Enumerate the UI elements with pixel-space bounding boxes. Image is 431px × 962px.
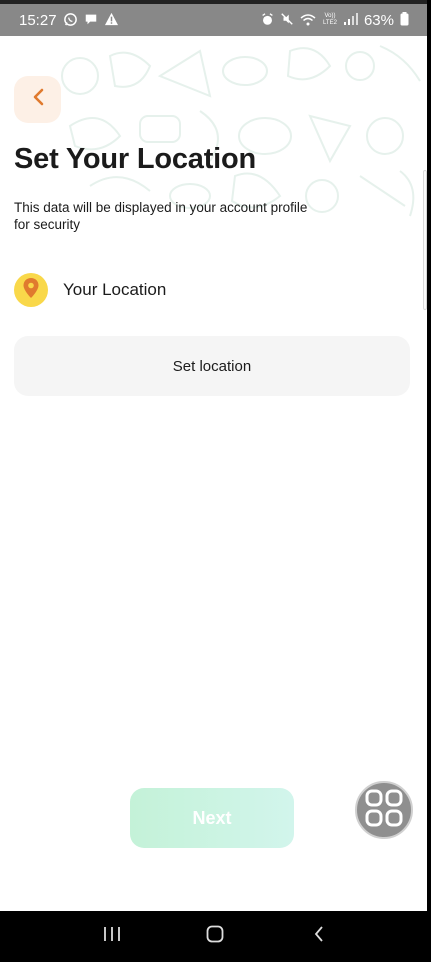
page-subtitle: This data will be displayed in your acco… xyxy=(14,200,308,232)
whatsapp-icon xyxy=(63,12,78,29)
location-label: Your Location xyxy=(63,280,167,299)
assistive-menu-button[interactable] xyxy=(355,781,413,839)
location-row: Your Location xyxy=(14,273,166,307)
set-location-button[interactable]: Set location xyxy=(14,336,410,396)
alarm-icon xyxy=(261,12,274,28)
wifi-icon xyxy=(300,13,316,28)
screen-edge xyxy=(427,0,431,962)
page-title: Set Your Location xyxy=(14,143,257,175)
system-nav-bar xyxy=(0,911,431,962)
warning-icon xyxy=(104,12,119,28)
signal-icon xyxy=(343,13,358,27)
battery-icon xyxy=(400,12,409,28)
map-pin-icon xyxy=(23,277,39,303)
food-doodle-background xyxy=(61,45,421,217)
message-icon xyxy=(84,12,98,28)
recent-apps-button[interactable] xyxy=(92,917,132,957)
back-button[interactable] xyxy=(14,76,61,123)
grid-icon xyxy=(365,789,403,832)
home-icon xyxy=(206,925,224,948)
back-arrow-icon xyxy=(313,925,325,948)
status-time: 15:27 xyxy=(19,11,57,29)
recent-apps-icon xyxy=(103,926,121,947)
next-button[interactable]: Next xyxy=(130,788,294,848)
battery-percent: 63% xyxy=(363,11,394,29)
app-screen: 15:27 Vo)) LTE2 63% Set Your Location Th… xyxy=(0,0,427,962)
home-button[interactable] xyxy=(195,917,235,957)
location-icon-badge xyxy=(14,273,48,307)
network-label: Vo)) LTE2 xyxy=(323,13,337,26)
status-bar: 15:27 Vo)) LTE2 63% xyxy=(0,0,427,36)
chevron-left-icon xyxy=(31,87,45,112)
back-nav-button[interactable] xyxy=(299,917,339,957)
mute-icon xyxy=(280,12,294,28)
